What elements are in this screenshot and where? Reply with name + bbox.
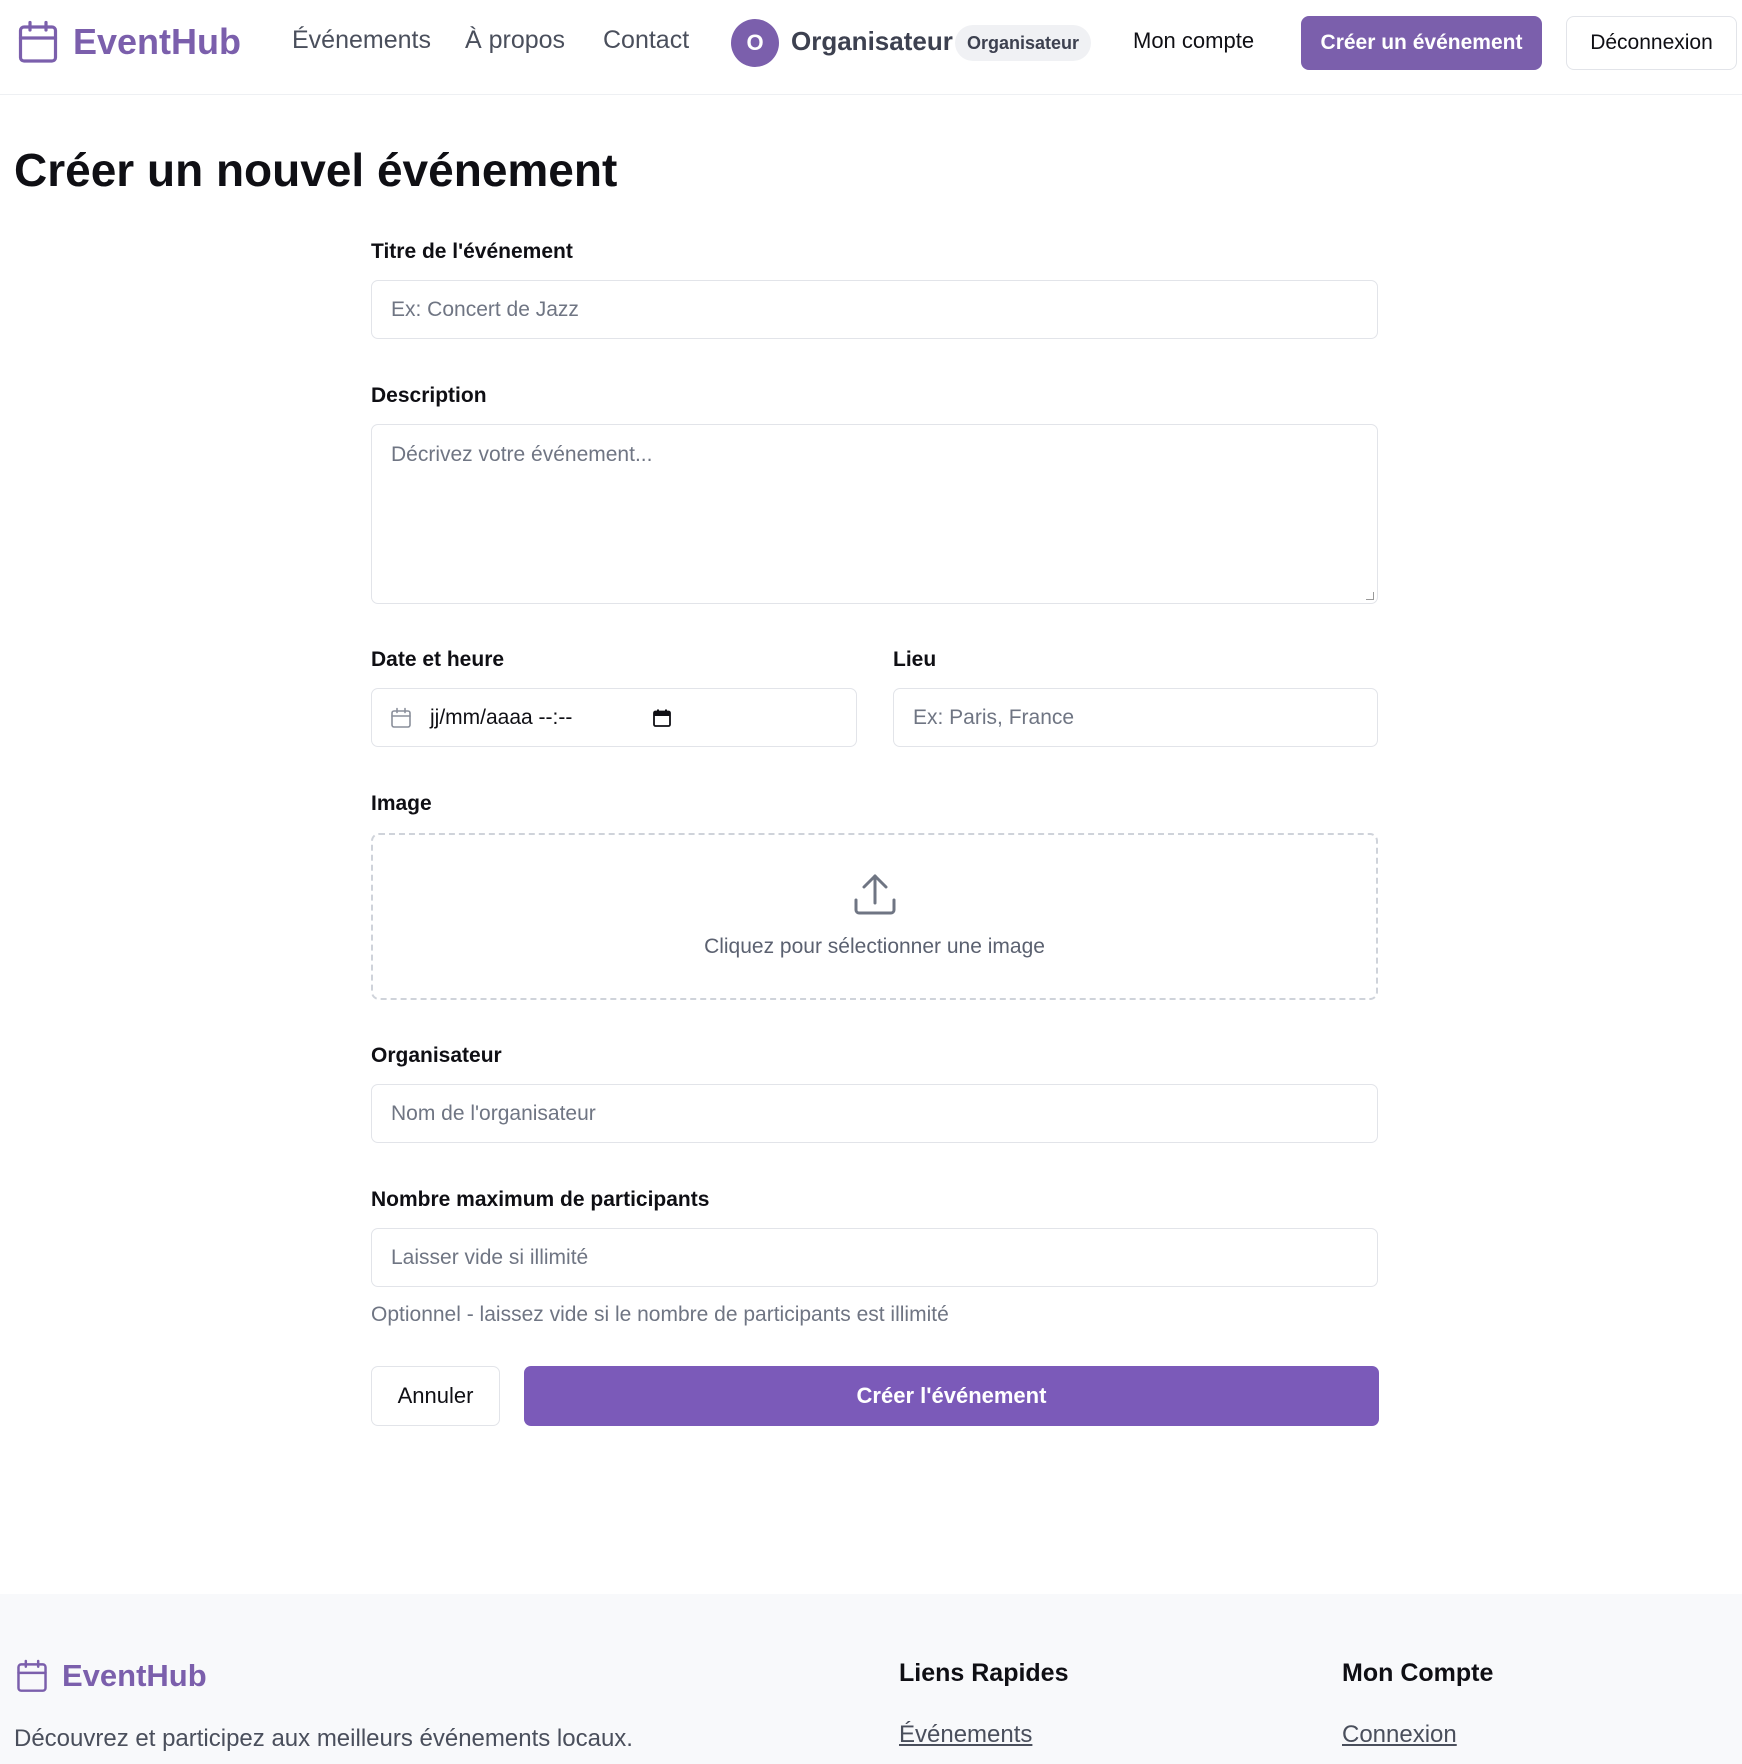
location-label: Lieu (893, 648, 937, 671)
max-participants-label: Nombre maximum de participants (371, 1188, 710, 1211)
footer: EventHub Découvrez et participez aux mei… (0, 1594, 1742, 1764)
footer-link-login[interactable]: Connexion (1342, 1721, 1457, 1749)
cancel-button[interactable]: Annuler (371, 1366, 500, 1426)
role-badge: Organisateur (955, 25, 1092, 61)
organizer-input[interactable]: Nom de l'organisateur (371, 1084, 1378, 1143)
image-dropzone[interactable]: Cliquez pour sélectionner une image (371, 833, 1378, 1000)
my-account-link[interactable]: Mon compte (1133, 28, 1254, 54)
description-textarea[interactable]: Décrivez votre événement... (371, 424, 1378, 604)
footer-account-heading: Mon Compte (1342, 1659, 1494, 1687)
brand-name: EventHub (73, 21, 242, 62)
event-title-input[interactable]: Ex: Concert de Jazz (371, 280, 1378, 339)
footer-brand-name: EventHub (62, 1658, 207, 1693)
logout-button[interactable]: Déconnexion (1566, 16, 1737, 70)
image-label: Image (371, 792, 432, 815)
create-event-button[interactable]: Créer un événement (1301, 16, 1542, 70)
title-label: Titre de l'événement (371, 240, 573, 263)
nav-link-contact[interactable]: Contact (603, 26, 689, 55)
datetime-label: Date et heure (371, 648, 505, 671)
top-navbar: EventHub Événements À propos Contact O O… (0, 0, 1742, 95)
date-picker-icon[interactable] (653, 709, 671, 727)
description-placeholder: Décrivez votre événement... (391, 443, 653, 466)
datetime-value: jj/mm/aaaa --:-- (430, 705, 573, 729)
footer-brand[interactable]: EventHub (16, 1658, 207, 1694)
nav-link-about[interactable]: À propos (465, 26, 565, 55)
nav-link-events[interactable]: Événements (292, 26, 431, 55)
dropzone-text: Cliquez pour sélectionner une image (704, 935, 1045, 958)
max-participants-help: Optionnel - laissez vide si le nombre de… (371, 1303, 949, 1326)
max-participants-input[interactable]: Laisser vide si illimité (371, 1228, 1378, 1287)
datetime-input[interactable]: jj/mm/aaaa --:-- (371, 688, 857, 747)
brand-logo[interactable]: EventHub (18, 20, 241, 64)
footer-link-events[interactable]: Événements (899, 1721, 1032, 1749)
resize-handle[interactable] (1366, 592, 1374, 600)
calendar-icon (17, 1659, 47, 1692)
location-input[interactable]: Ex: Paris, France (893, 688, 1378, 747)
organizer-label: Organisateur (371, 1044, 502, 1067)
calendar-icon (18, 20, 58, 63)
user-name: Organisateur (791, 26, 953, 56)
upload-icon (854, 874, 896, 915)
submit-create-event-button[interactable]: Créer l'événement (524, 1366, 1379, 1426)
page-title: Créer un nouvel événement (14, 144, 618, 196)
avatar[interactable]: O (731, 19, 779, 67)
footer-quick-links-heading: Liens Rapides (899, 1659, 1069, 1687)
footer-tagline: Découvrez et participez aux meilleurs év… (14, 1725, 633, 1752)
calendar-icon (391, 707, 411, 728)
description-label: Description (371, 384, 487, 407)
